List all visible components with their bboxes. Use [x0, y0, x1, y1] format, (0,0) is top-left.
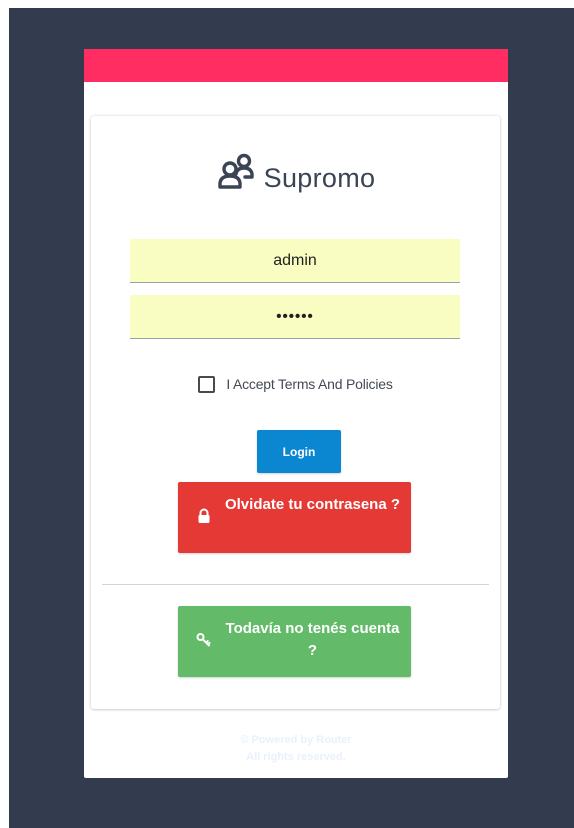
lock-icon	[198, 508, 210, 523]
forgot-password-button[interactable]: Olvidate tu contrasena ?	[178, 482, 411, 553]
terms-row: I Accept Terms And Policies	[91, 373, 500, 395]
password-input[interactable]	[130, 295, 460, 339]
forgot-password-label: Olvidate tu contrasena ?	[224, 496, 401, 513]
brand-name: Supromo	[263, 162, 376, 193]
register-label: Todavía no tenés cuenta ?	[225, 620, 400, 659]
login-card: Supromo I Accept Terms And Policies Logi…	[84, 49, 508, 778]
login-button[interactable]: Login	[257, 430, 341, 473]
footer-powered-by: © Powered by Router	[240, 734, 352, 746]
register-button[interactable]: Todavía no tenés cuenta ?	[178, 606, 411, 677]
users-icon	[217, 153, 254, 189]
footer: © Powered by Router All rights reserved.	[84, 732, 508, 766]
divider	[102, 584, 489, 585]
terms-label[interactable]: I Accept Terms And Policies	[226, 376, 393, 392]
login-panel: Supromo I Accept Terms And Policies Logi…	[91, 116, 500, 709]
accent-top-bar	[84, 49, 508, 82]
terms-checkbox[interactable]	[198, 375, 216, 393]
brand-header: Supromo	[91, 152, 500, 196]
footer-rights: All rights reserved.	[246, 751, 346, 763]
key-icon	[196, 633, 211, 647]
username-input[interactable]	[130, 239, 460, 283]
